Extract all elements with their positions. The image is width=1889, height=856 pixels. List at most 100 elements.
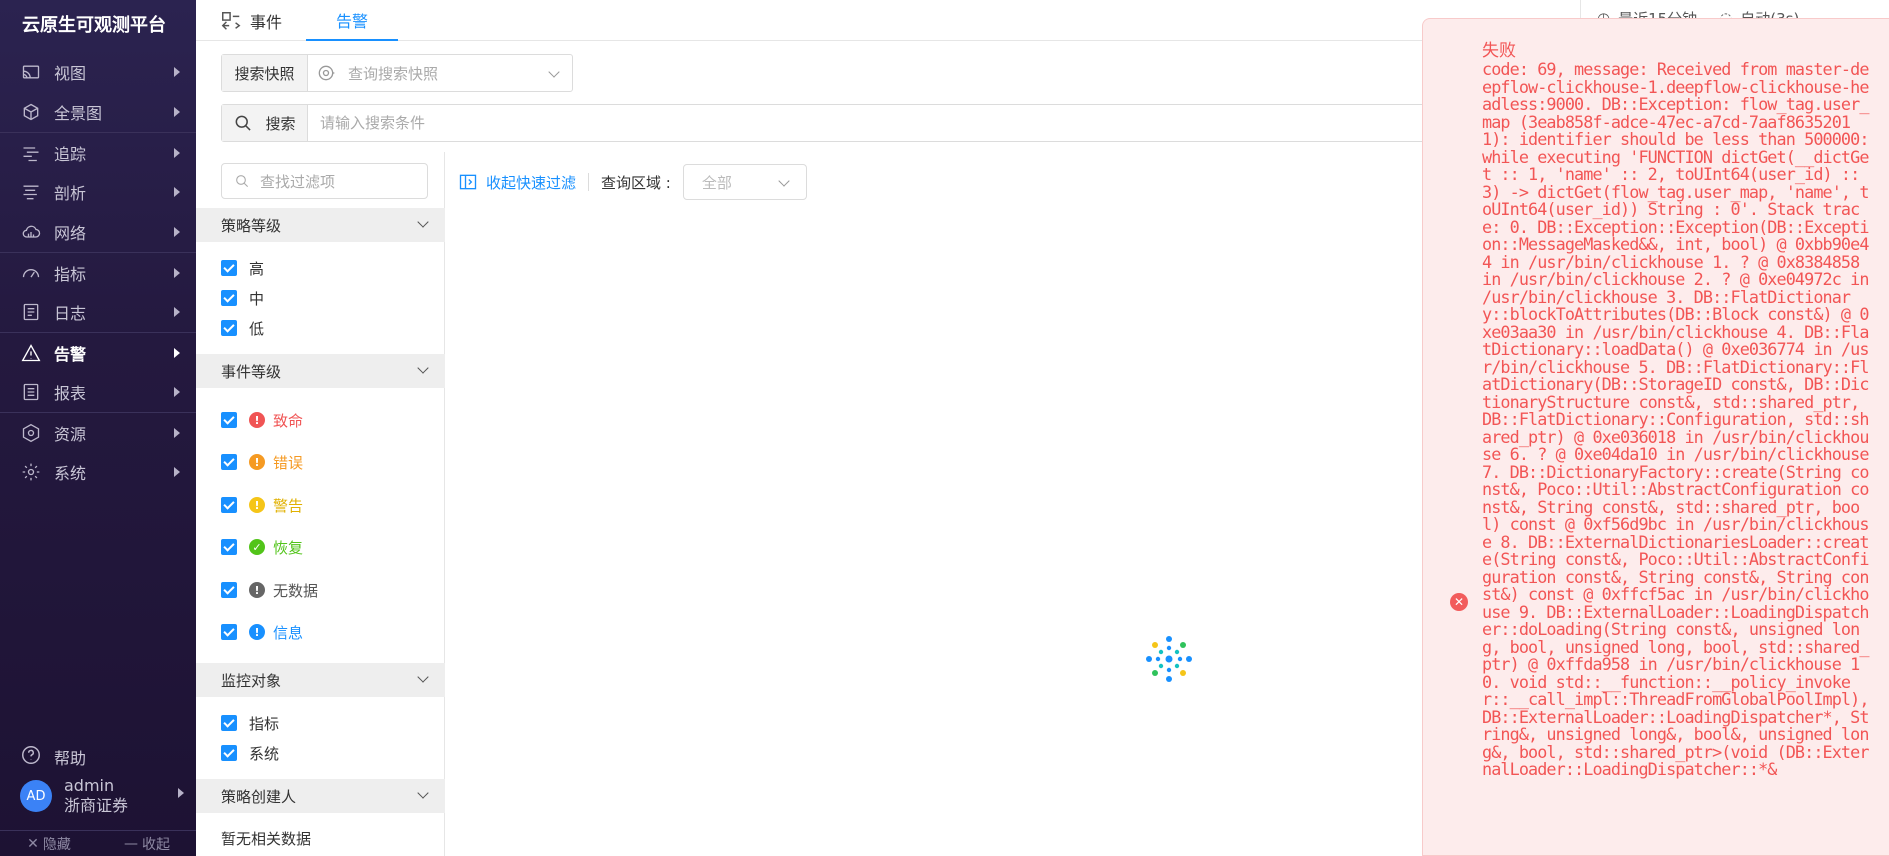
sidebar-item-reports[interactable]: 报表: [0, 372, 196, 412]
caret-right-icon: [174, 428, 180, 438]
sidebar-item-resources[interactable]: 资源: [0, 412, 196, 452]
sidebar-item-system[interactable]: 系统: [0, 452, 196, 492]
gauge-icon: [20, 262, 42, 284]
gear-icon: [20, 461, 42, 483]
tab-alerts[interactable]: 告警: [306, 0, 398, 41]
cast-icon: [20, 61, 42, 83]
divider: [588, 173, 590, 191]
app-root: 云原生可观测平台 视图 全景图 追踪 剖析 网络 指标 日志 告警 报表 资源 …: [0, 0, 1889, 856]
user-name: admin: [64, 776, 115, 795]
checkbox-icon: [221, 582, 237, 598]
region-select[interactable]: 全部: [682, 164, 807, 200]
sidebar-item-logs[interactable]: 日志: [0, 292, 196, 332]
sidebar-item-alerts[interactable]: 告警: [0, 332, 196, 372]
chevron-down-icon: [417, 671, 429, 683]
help-label: 帮助: [54, 749, 87, 768]
checkbox-event-fatal[interactable]: ! 致命: [221, 408, 303, 432]
sidebar-bottom-bar: ✕ 隐藏 — 收起: [0, 830, 196, 856]
sidebar-item-network[interactable]: 网络: [0, 212, 196, 252]
error-notification: ✕ 失败 code: 69, message: Received from ma…: [1422, 18, 1889, 856]
help-link[interactable]: 帮助: [20, 744, 86, 770]
checkbox-event-recover[interactable]: ✓ 恢复: [221, 535, 303, 559]
sidebar-item-profiling[interactable]: 剖析: [0, 172, 196, 212]
sidebar-item-label: 告警: [54, 344, 87, 364]
snapshot-dropdown[interactable]: 查询搜索快照: [308, 55, 572, 91]
sidebar-item-label: 网络: [54, 224, 87, 243]
caret-right-icon: [174, 268, 180, 278]
cube-icon: [20, 101, 42, 123]
hexagon-icon: [20, 422, 42, 444]
filter-group-monitor-target[interactable]: 监控对象: [196, 663, 445, 697]
brand-title: 云原生可观测平台: [22, 15, 166, 36]
checkbox-policy-high[interactable]: 高: [221, 256, 264, 280]
checkbox-icon: [221, 320, 237, 336]
chevron-down-icon: [548, 66, 560, 78]
search-button[interactable]: 搜索: [222, 105, 308, 141]
collapse-panel-icon: [459, 174, 477, 190]
sidebar-item-label: 追踪: [54, 144, 87, 164]
collapse-filter-button[interactable]: 收起快速过滤: [458, 172, 576, 193]
log-icon: [20, 301, 42, 323]
info-icon: !: [249, 624, 265, 640]
tracing-icon: [20, 142, 42, 164]
checkbox-icon: [221, 412, 237, 428]
tab-events[interactable]: 事件: [220, 0, 282, 41]
caret-right-icon: [174, 467, 180, 477]
chevron-down-icon: [417, 216, 429, 228]
hide-sidebar-button[interactable]: ✕ 隐藏: [0, 831, 98, 856]
sidebar-item-metrics[interactable]: 指标: [0, 252, 196, 292]
region-label: 查询区域 :: [601, 173, 671, 192]
caret-right-icon: [174, 148, 180, 158]
sidebar-nav: 视图 全景图 追踪 剖析 网络 指标 日志 告警 报表 资源 系统: [0, 52, 196, 492]
profiling-icon: [20, 181, 42, 203]
filter-panel: 查找过滤项 策略等级 高 中 低 事件等级 ! 致命 ! 错误 ! 警告 ✓ 恢复 ! 无…: [196, 152, 445, 856]
notification-message: code: 69, message: Received from master-…: [1482, 59, 1878, 779]
chevron-down-icon: [417, 362, 429, 374]
caret-right-icon: [174, 187, 180, 197]
sidebar-item-label: 全景图: [54, 104, 103, 123]
snapshot-placeholder: 查询搜索快照: [348, 64, 439, 83]
checkbox-icon: [221, 715, 237, 731]
caret-right-icon: [174, 307, 180, 317]
collapse-sidebar-button[interactable]: — 收起: [98, 831, 196, 856]
sidebar-item-label: 资源: [54, 424, 87, 444]
filter-group-event-level[interactable]: 事件等级: [196, 354, 445, 388]
checkbox-policy-medium[interactable]: 中: [221, 286, 264, 310]
snapshot-selector: 搜索快照 查询搜索快照: [221, 54, 573, 92]
snapshot-label: 搜索快照: [222, 55, 308, 91]
checkbox-icon: [221, 497, 237, 513]
filter-group-policy-creator[interactable]: 策略创建人: [196, 779, 445, 813]
caret-right-icon: [174, 387, 180, 397]
caret-right-icon: [174, 227, 180, 237]
check-circle-icon: ✓: [249, 539, 265, 555]
minus-icon: —: [124, 835, 138, 852]
sidebar-item-topology[interactable]: 全景图: [0, 92, 196, 132]
checkbox-icon: [221, 454, 237, 470]
error-icon: !: [249, 454, 265, 470]
nodata-icon: !: [249, 582, 265, 598]
user-menu[interactable]: AD admin 浙商证券: [20, 776, 190, 816]
user-org: 浙商证券: [64, 796, 129, 815]
checkbox-event-warning[interactable]: ! 警告: [221, 493, 303, 517]
checkbox-event-nodata[interactable]: ! 无数据: [221, 578, 318, 602]
checkbox-event-error[interactable]: ! 错误: [221, 450, 303, 474]
sidebar-item-label: 视图: [54, 64, 87, 83]
caret-right-icon: [178, 788, 184, 798]
warning-level-icon: !: [249, 497, 265, 513]
checkbox-event-info[interactable]: ! 信息: [221, 620, 303, 644]
sidebar-item-label: 报表: [54, 384, 87, 403]
snapshot-icon: [318, 65, 335, 81]
checkbox-target-system[interactable]: 系统: [221, 741, 279, 765]
sidebar-item-tracing[interactable]: 追踪: [0, 132, 196, 172]
filter-search-input[interactable]: 查找过滤项: [221, 163, 428, 199]
filter-group-policy-level[interactable]: 策略等级: [196, 208, 445, 242]
sidebar-item-views[interactable]: 视图: [0, 52, 196, 92]
help-icon: [20, 744, 54, 770]
caret-right-icon: [174, 67, 180, 77]
checkbox-icon: [221, 624, 237, 640]
avatar: AD: [20, 780, 52, 812]
search-icon: [236, 115, 252, 131]
sidebar-item-label: 剖析: [54, 184, 87, 203]
checkbox-policy-low[interactable]: 低: [221, 316, 264, 340]
checkbox-target-metrics[interactable]: 指标: [221, 711, 279, 735]
